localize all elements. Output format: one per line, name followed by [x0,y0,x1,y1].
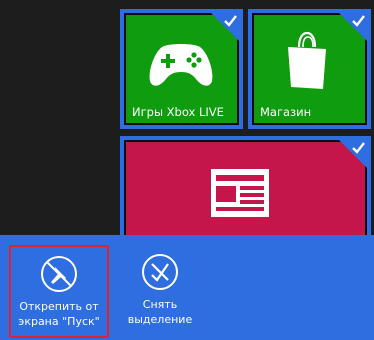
clear-selection-label: Снять выделение [127,298,193,326]
unpin-label: Открепить от экрана "Пуск" [18,300,100,328]
store-bag-icon [288,31,326,89]
tile-label: Игры Xbox LIVE [132,105,224,119]
tile-store[interactable]: Магазин [248,9,371,129]
unpin-icon [41,256,77,292]
unpin-from-start-button[interactable]: Открепить от экрана "Пуск" [9,245,109,338]
news-icon [211,169,269,217]
checkmark-icon [352,142,365,154]
selected-checkmark [211,13,239,41]
tile-news[interactable] [120,136,371,246]
clear-selection-icon [142,254,178,290]
tile-xbox-live[interactable]: Игры Xbox LIVE [120,9,243,129]
clear-selection-button[interactable]: Снять выделение [115,245,205,338]
tile-label: Магазин [260,105,312,119]
xbox-controller-icon [149,44,213,86]
app-bar: Открепить от экрана "Пуск" Снять выделен… [0,235,374,340]
checkmark-icon [352,15,365,27]
checkmark-icon [224,15,237,27]
selected-checkmark [339,140,367,168]
selected-checkmark [339,13,367,41]
